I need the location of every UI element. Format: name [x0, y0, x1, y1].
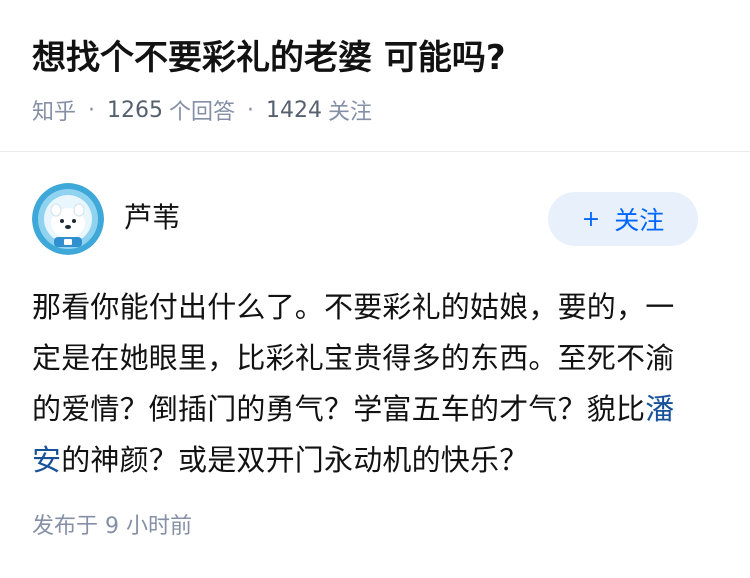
- follow-button[interactable]: + 关注: [548, 192, 698, 246]
- answer-text: 那看你能付出什么了。不要彩礼的姑娘，要的，一定是在她眼里，比彩礼宝贵得多的东西。…: [32, 290, 675, 426]
- published-time: 发布于 9 小时前: [32, 514, 192, 539]
- answer-content: 那看你能付出什么了。不要彩礼的姑娘，要的，一定是在她眼里，比彩礼宝贵得多的东西。…: [32, 282, 702, 486]
- answer-text: 的神颜？或是双开门永动机的快乐？: [61, 443, 529, 477]
- author-name[interactable]: 芦苇: [124, 200, 180, 236]
- zhihu-answer-page: 想找个不要彩礼的老婆 可能吗? 知乎 · 1265 个回答 · 1424 关注: [0, 0, 750, 578]
- plus-icon: +: [581, 206, 601, 232]
- answer-author-row: 芦苇 + 关注: [32, 180, 718, 260]
- question-header: 想找个不要彩礼的老婆 可能吗? 知乎 · 1265 个回答 · 1424 关注: [0, 0, 750, 152]
- avatar[interactable]: [32, 183, 104, 255]
- answer-count: 1265: [107, 97, 164, 123]
- follower-count-label: 关注: [328, 100, 373, 125]
- source-label[interactable]: 知乎: [32, 94, 76, 126]
- question-title[interactable]: 想找个不要彩礼的老婆 可能吗?: [32, 36, 506, 80]
- follow-button-label: 关注: [614, 206, 665, 235]
- meta-separator: ·: [88, 97, 96, 123]
- follower-count: 1424: [266, 97, 323, 123]
- cartoon-bear-astronaut-avatar-icon: [32, 183, 104, 255]
- meta-separator: ·: [247, 97, 255, 123]
- answer-count-label: 个回答: [169, 100, 236, 125]
- question-meta: 知乎 · 1265 个回答 · 1424 关注: [32, 92, 372, 128]
